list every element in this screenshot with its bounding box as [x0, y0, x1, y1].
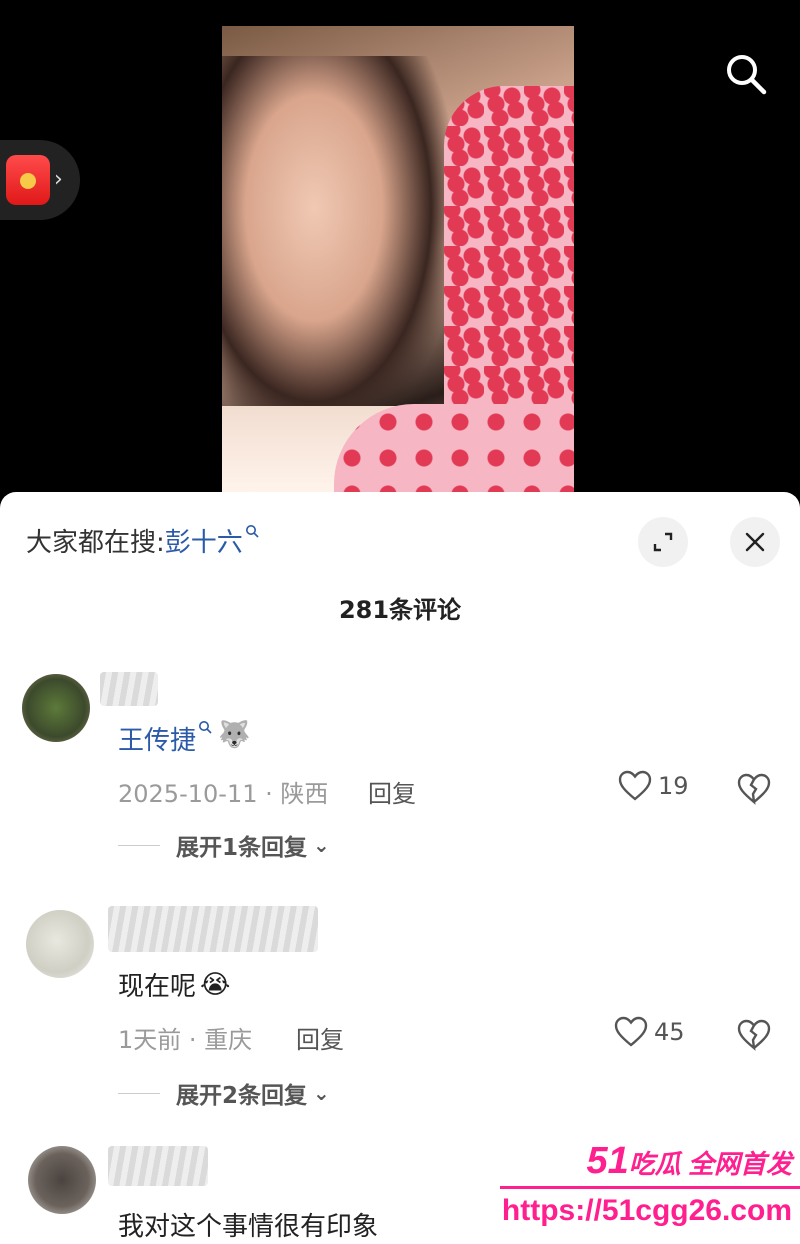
expand-replies-button[interactable]: 展开2条回复 ⌄	[118, 1076, 330, 1110]
search-button[interactable]	[722, 50, 770, 98]
video-frame[interactable]	[222, 26, 574, 494]
video-player[interactable]: ›	[0, 0, 800, 520]
close-icon	[745, 532, 765, 552]
watermark-url: https://51cgg26.com	[501, 1194, 792, 1227]
watermark-number: 51	[586, 1140, 629, 1182]
like-button[interactable]: 19	[618, 770, 689, 802]
avatar[interactable]	[28, 1146, 96, 1214]
crying-emoji-icon: 😭	[200, 969, 231, 1000]
red-packet-button[interactable]: ›	[0, 140, 80, 220]
blurred-name	[108, 906, 318, 952]
fullscreen-button[interactable]	[638, 517, 688, 567]
comment-meta: 2025-10-11 · 陕西	[118, 780, 329, 808]
blurred-name	[108, 1146, 208, 1186]
watermark-brand-text: 吃瓜 全网首发	[628, 1149, 792, 1179]
comment-count-title: 281条评论	[338, 596, 462, 624]
comment-username[interactable]: 王传捷 🐺	[118, 720, 250, 757]
like-count: 45	[654, 1018, 685, 1046]
red-packet-icon	[6, 155, 50, 205]
divider-line	[118, 1092, 160, 1094]
watermark: 51吃瓜 全网首发 https://51cgg26.com	[500, 1140, 800, 1240]
divider-line	[118, 844, 160, 846]
trending-term-link[interactable]: 彭十六	[165, 522, 243, 559]
comment-sheet: 大家都在搜: 彭十六 281条评论 王传捷 🐺 2025-10-11 · 陕西 …	[0, 492, 800, 1244]
expand-replies-button[interactable]: 展开1条回复 ⌄	[118, 828, 330, 862]
reply-button[interactable]: 回复	[296, 1020, 344, 1055]
trending-search[interactable]: 大家都在搜: 彭十六	[26, 522, 259, 559]
username-text: 王传捷	[118, 726, 197, 756]
wolf-emoji-icon: 🐺	[218, 720, 251, 750]
comment-item: 现在呢 😭 1天前 · 重庆 回复 45 展开2条回复 ⌄	[0, 892, 800, 1112]
like-count: 19	[658, 772, 689, 800]
chevron-right-icon: ›	[54, 167, 63, 192]
expand-replies-label: 展开2条回复	[176, 1083, 308, 1109]
like-button[interactable]: 45	[614, 1016, 685, 1048]
heart-icon	[618, 770, 652, 801]
heart-icon	[614, 1016, 648, 1047]
broken-heart-icon	[737, 1019, 771, 1051]
comment-body: 我对这个事情很有印象	[118, 1212, 379, 1242]
expand-icon	[653, 532, 673, 552]
heart-sticker-bottom	[334, 404, 574, 494]
watermark-brand: 51吃瓜 全网首发	[586, 1140, 792, 1183]
avatar[interactable]	[26, 910, 94, 978]
broken-heart-icon	[737, 773, 771, 805]
comment-body: 现在呢	[118, 972, 197, 1002]
blurred-name	[100, 672, 158, 706]
expand-replies-label: 展开1条回复	[176, 835, 308, 861]
reply-button[interactable]: 回复	[368, 774, 416, 809]
close-button[interactable]	[730, 517, 780, 567]
chevron-down-icon: ⌄	[313, 1081, 330, 1105]
watermark-bar	[500, 1186, 800, 1189]
comment-item: 王传捷 🐺 2025-10-11 · 陕西 回复 19 展开1条回复 ⌄	[0, 662, 800, 872]
dislike-button[interactable]	[736, 1018, 772, 1052]
comment-meta: 1天前 · 重庆	[118, 1026, 253, 1054]
small-search-icon	[198, 720, 212, 738]
dislike-button[interactable]	[736, 772, 772, 806]
avatar[interactable]	[22, 674, 90, 742]
search-icon	[727, 55, 767, 95]
comment-text: 现在呢 😭	[118, 966, 230, 1003]
trending-prefix: 大家都在搜:	[26, 528, 165, 558]
chevron-down-icon: ⌄	[313, 833, 330, 857]
small-search-icon	[245, 524, 259, 542]
video-subject	[222, 56, 452, 436]
comment-text: 我对这个事情很有印象	[118, 1206, 378, 1243]
